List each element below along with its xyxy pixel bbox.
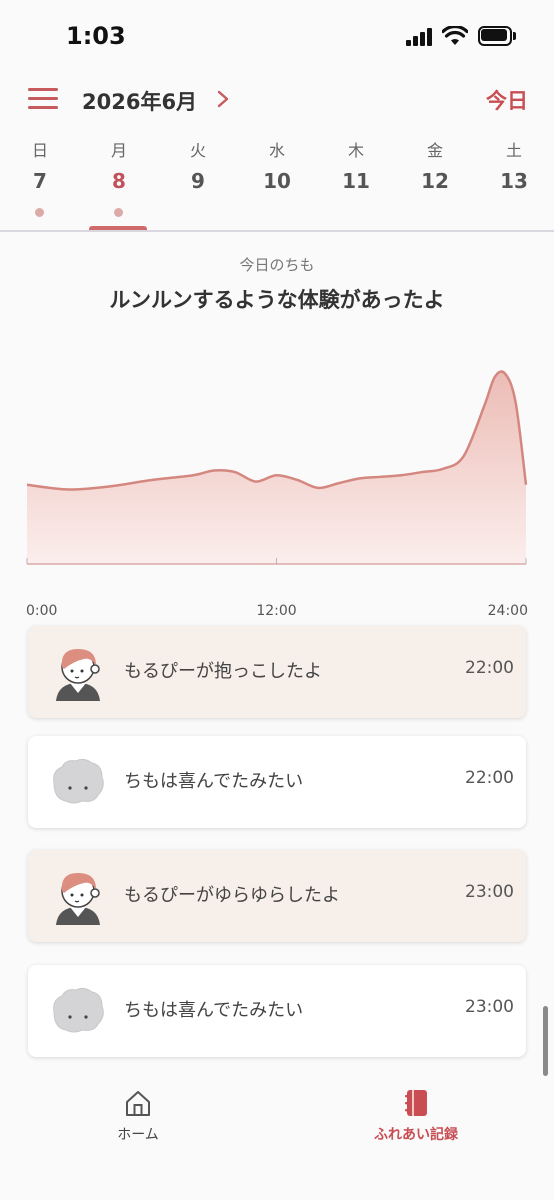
week-divider [0,230,554,232]
tab-home[interactable]: ホーム [100,1088,176,1144]
day-number: 12 [421,169,449,193]
day-of-week: 日 [31,141,48,160]
day-11[interactable]: 木 11 [326,132,386,232]
home-icon [126,1091,150,1116]
day-of-week: 金 [426,141,443,160]
week-selector: 日 7 月 8 火 9 水 10 木 11 金 12 土 13 [0,132,554,232]
record-message: もるぴーがゆらゆらしたよ [124,885,340,906]
calendar-header: 2026年6月 今日 [0,78,554,122]
day-of-week: 水 [268,141,285,160]
chimo-avatar-icon [53,758,104,804]
record-dot [35,208,44,217]
record-time: 23:00 [465,882,514,902]
chart-area-fill [27,371,526,564]
record-card[interactable]: もるぴーがゆらゆらしたよ 23:00 [28,850,526,942]
day-13[interactable]: 土 13 [484,132,544,232]
record-message: ちもは喜んでたみたい [124,1000,304,1021]
chart-x-tick-label: 0:00 [26,603,57,619]
chart-x-tick-label: 24:00 [488,603,528,619]
record-message: ちもは喜んでたみたい [124,771,304,792]
wifi-icon [442,26,468,45]
mood-caption: 今日のちも [239,256,315,274]
record-time: 22:00 [465,658,514,678]
day-10[interactable]: 水 10 [247,132,307,232]
hamburger-menu-icon[interactable] [28,88,58,110]
today-button[interactable]: 今日 [486,85,528,115]
record-time: 23:00 [465,997,514,1017]
status-bar: 1:03 [0,0,554,70]
day-number: 7 [33,169,47,193]
chevron-right-icon[interactable] [212,88,234,110]
record-card[interactable]: ちもは喜んでたみたい 23:00 [28,965,526,1057]
cellular-signal-icon [406,28,434,46]
tab-bar: ホーム ふれあい記録 [0,1088,554,1200]
day-of-week: 火 [189,141,206,160]
scrollbar-thumb[interactable] [543,1006,548,1076]
day-12[interactable]: 金 12 [405,132,465,232]
mood-chart: 0:00 12:00 24:00 [26,370,528,619]
day-of-week: 土 [505,141,522,160]
tab-home-label: ホーム [117,1127,159,1143]
record-message: もるぴーが抱っこしたよ [124,661,322,682]
day-of-week: 木 [347,141,364,160]
day-number: 11 [342,169,370,193]
record-card[interactable]: ちもは喜んでたみたい 22:00 [28,736,526,828]
record-card[interactable]: もるぴーが抱っこしたよ 22:00 [28,626,526,718]
day-number: 9 [191,169,205,193]
mood-summary: ルンルンするような体験があったよ [109,288,445,312]
day-7[interactable]: 日7 [10,132,70,232]
day-of-week: 月 [110,141,127,160]
tab-records[interactable]: ふれあい記録 [356,1088,476,1144]
day-number: 13 [500,169,528,193]
tab-records-label: ふれあい記録 [374,1127,458,1143]
person-avatar-icon [56,649,100,701]
day-8[interactable]: 月8 [89,132,149,232]
notebook-icon [405,1090,427,1116]
month-title: 2026年6月 [82,90,198,114]
chimo-avatar-icon [53,987,104,1033]
record-dot [114,208,123,217]
record-time: 22:00 [465,768,514,788]
day-9[interactable]: 火9 [168,132,228,232]
status-time: 1:03 [66,22,126,50]
chart-x-tick-label: 12:00 [256,603,296,619]
battery-icon [478,26,516,46]
day-number: 8 [112,169,126,193]
day-number: 10 [263,169,291,193]
person-avatar-icon [56,873,100,925]
